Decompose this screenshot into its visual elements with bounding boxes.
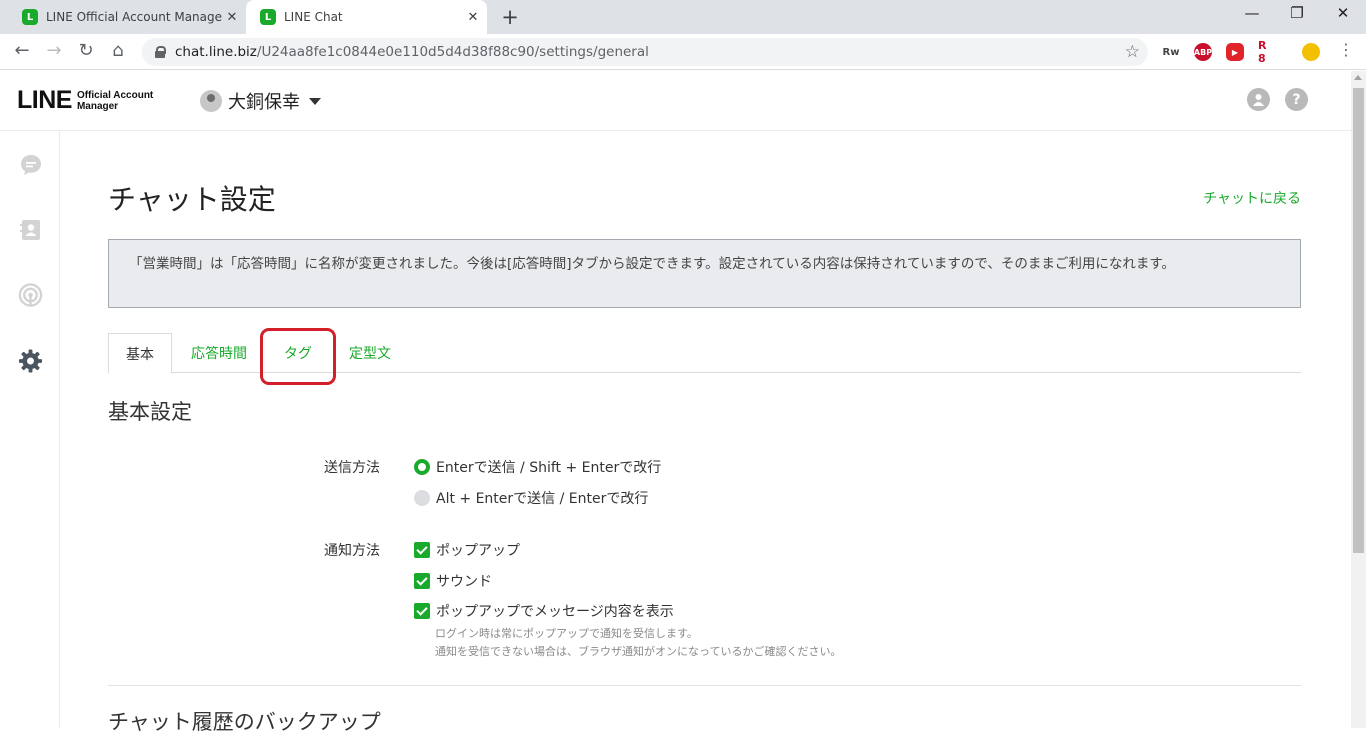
notify-hint-2: 通知を受信できない場合は、ブラウザ通知がオンになっているかご確認ください。 — [435, 645, 842, 658]
restore-icon[interactable]: ❐ — [1285, 4, 1309, 22]
account-name: 大銅保幸 — [228, 92, 300, 113]
notice-banner: 「営業時間」は「応答時間」に名称が変更されました。今後は[応答時間]タブから設定… — [108, 239, 1301, 308]
lock-icon — [154, 46, 166, 58]
logo-subtitle: Official Account Manager — [77, 90, 153, 112]
account-avatar — [200, 90, 222, 112]
tab-response-hours[interactable]: 応答時間 — [184, 333, 254, 373]
r-extension-icon[interactable]: R 8 — [1258, 39, 1276, 65]
highlight-annotation-box — [260, 328, 336, 385]
rw-extension-icon[interactable]: Rw — [1162, 43, 1180, 61]
user-profile-icon[interactable] — [1247, 88, 1270, 111]
back-to-chat-link[interactable]: チャットに戻る — [1203, 188, 1301, 208]
menu-kebab-icon[interactable]: ⋮ — [1334, 40, 1358, 59]
notify-option-show-content[interactable]: ポップアップでメッセージ内容を表示 — [414, 601, 674, 621]
browser-tab-title: LINE Chat — [284, 10, 343, 24]
radio-unselected[interactable] — [414, 490, 430, 506]
notify-option-show-content-label: ポップアップでメッセージ内容を表示 — [436, 604, 674, 620]
checkbox-checked[interactable] — [414, 542, 430, 558]
section-divider — [108, 685, 1301, 686]
page-scrollbar[interactable] — [1351, 71, 1366, 728]
broadcast-icon[interactable] — [18, 282, 43, 307]
browser-tab-title: LINE Official Account Manager — [46, 10, 222, 24]
browser-toolbar: ← → ↻ ⌂ chat.line.biz/U24aa8fe1c0844e0e1… — [0, 34, 1366, 70]
url-path: /U24aa8fe1c0844e0e110d5d4d38f88c90/setti… — [256, 44, 649, 60]
line-favicon-icon: L — [260, 9, 276, 25]
profile-avatar-icon[interactable] — [1302, 43, 1320, 61]
app-header: LINE Official Account Manager 大銅保幸 ? — [0, 71, 1351, 131]
logo-line-text: LINE — [17, 86, 72, 114]
browser-tab-line-chat[interactable]: L LINE Chat ✕ — [246, 0, 487, 34]
send-option-enter[interactable]: Enterで送信 / Shift + Enterで改行 — [414, 457, 661, 477]
new-tab-plus-icon[interactable]: + — [499, 5, 521, 29]
checkbox-checked[interactable] — [414, 603, 430, 619]
forward-arrow-icon[interactable]: → — [42, 40, 66, 61]
minimize-icon[interactable]: — — [1240, 4, 1264, 22]
back-arrow-icon[interactable]: ← — [10, 40, 34, 61]
basic-settings-title: 基本設定 — [108, 400, 192, 424]
bookmark-star-icon[interactable]: ☆ — [1125, 42, 1140, 62]
window-close-icon[interactable]: ✕ — [1331, 4, 1355, 22]
close-icon[interactable]: ✕ — [463, 10, 483, 25]
send-option-alt-enter[interactable]: Alt + Enterで送信 / Enterで改行 — [414, 488, 648, 508]
close-icon[interactable]: ✕ — [222, 10, 242, 25]
help-icon[interactable]: ? — [1285, 88, 1308, 111]
account-switcher[interactable]: 大銅保幸 — [200, 88, 321, 114]
notify-option-sound-label: サウンド — [436, 574, 492, 590]
settings-gear-icon[interactable] — [18, 348, 43, 373]
video-extension-icon[interactable]: ▶ — [1226, 43, 1244, 61]
address-bar[interactable]: chat.line.biz/U24aa8fe1c0844e0e110d5d4d3… — [142, 38, 1148, 66]
send-option-alt-enter-label: Alt + Enterで送信 / Enterで改行 — [436, 491, 649, 507]
contacts-icon[interactable] — [18, 217, 43, 242]
scroll-up-arrow-icon[interactable] — [1354, 75, 1362, 80]
chat-backup-title: チャット履歴のバックアップ — [108, 710, 381, 734]
adblock-extension-icon[interactable]: ABP — [1194, 43, 1212, 61]
send-method-label: 送信方法 — [324, 460, 380, 476]
logo-sub-line-1: Official Account — [76, 89, 154, 101]
send-option-enter-label: Enterで送信 / Shift + Enterで改行 — [436, 460, 662, 476]
notify-hint-1: ログイン時は常にポップアップで通知を受信します。 — [435, 627, 698, 640]
radio-selected[interactable] — [414, 459, 430, 475]
notice-text: 「営業時間」は「応答時間」に名称が変更されました。今後は[応答時間]タブから設定… — [129, 256, 1175, 272]
browser-tab-official-manager[interactable]: L LINE Official Account Manager ✕ — [8, 0, 246, 34]
scrollbar-thumb[interactable] — [1353, 88, 1364, 553]
line-oa-manager-logo[interactable]: LINE Official Account Manager — [17, 86, 153, 115]
home-icon[interactable]: ⌂ — [106, 40, 130, 61]
chevron-down-icon — [309, 97, 321, 105]
page-title: チャット設定 — [108, 183, 276, 216]
browser-tabstrip: L LINE Official Account Manager ✕ L LINE… — [0, 0, 1366, 34]
logo-sub-line-2: Manager — [76, 100, 119, 112]
notify-option-popup-label: ポップアップ — [436, 543, 520, 559]
reload-icon[interactable]: ↻ — [74, 40, 98, 61]
notify-option-sound[interactable]: サウンド — [414, 571, 492, 591]
left-navigation-rail — [0, 131, 60, 728]
tab-basic[interactable]: 基本 — [108, 333, 172, 374]
notify-option-popup[interactable]: ポップアップ — [414, 540, 520, 560]
checkbox-checked[interactable] — [414, 573, 430, 589]
notify-method-label: 通知方法 — [324, 543, 380, 559]
url-host: chat.line.biz — [175, 44, 257, 60]
line-favicon-icon: L — [22, 9, 38, 25]
chat-bubble-icon[interactable] — [18, 152, 43, 177]
tab-canned-responses[interactable]: 定型文 — [340, 333, 400, 373]
